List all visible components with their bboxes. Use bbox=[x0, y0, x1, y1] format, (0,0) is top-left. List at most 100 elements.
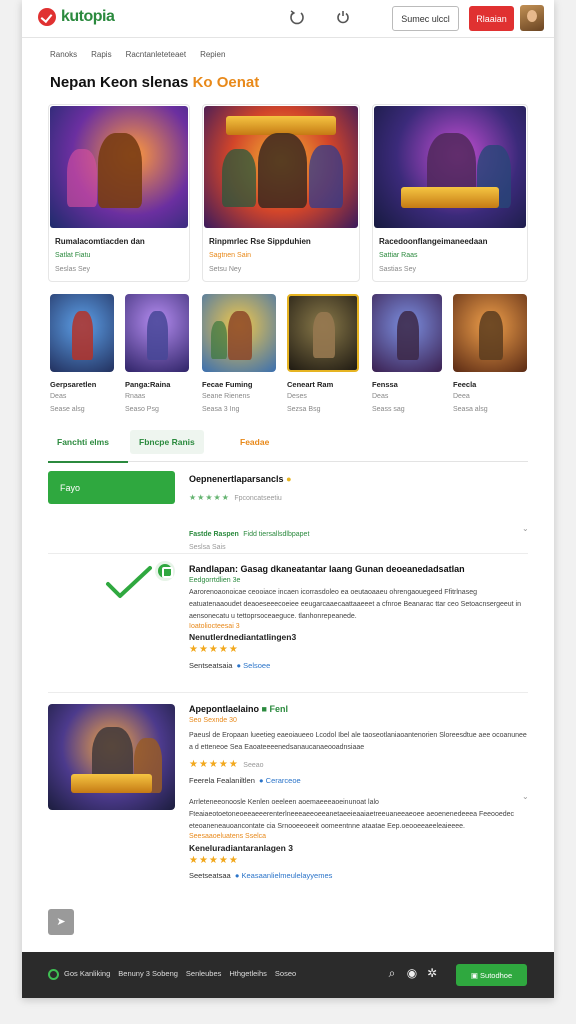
trophy-icon: ● bbox=[286, 474, 292, 484]
footer-link[interactable]: Gos Kanliking bbox=[64, 969, 110, 978]
bottom-action-button[interactable]: ▣ Sutodhoe bbox=[456, 964, 527, 986]
breadcrumb-item[interactable]: Repien bbox=[200, 50, 225, 59]
footer-link[interactable]: Hthgetleihs bbox=[229, 969, 267, 978]
game-tile-title: Fenssa bbox=[372, 380, 398, 389]
game-tile-meta: Seaso Psg bbox=[125, 406, 159, 413]
scroll-button[interactable]: ➤ bbox=[48, 909, 74, 935]
search-icon[interactable]: ⌕ bbox=[384, 966, 400, 981]
featured-card-image bbox=[374, 106, 526, 228]
tab-active[interactable]: Fanchti elms bbox=[48, 430, 128, 463]
breadcrumb-item[interactable]: Ranoks bbox=[50, 50, 77, 59]
review-title: Randlapan: Gasag dkaneatantar laang Guna… bbox=[189, 564, 465, 574]
game-tile[interactable]: Gerpsaretlen Deas Sease alsg bbox=[50, 294, 114, 413]
logo-text: kutopia bbox=[61, 8, 115, 25]
review-body-secondary: Arrleteneeonoosle Kenlen oeeleen aoemaee… bbox=[189, 799, 515, 830]
game-tile-image bbox=[287, 294, 359, 372]
review-reply-author[interactable]: Fastde Raspen bbox=[189, 531, 239, 538]
game-tile[interactable]: Panga:Raina Rnaas Seaso Psg bbox=[125, 294, 189, 413]
review-tag: Ioatoliocteesai 3 bbox=[189, 623, 240, 630]
footer-link[interactable]: Benuny 3 Sobeng bbox=[118, 969, 178, 978]
status-dot-icon bbox=[48, 969, 59, 980]
game-tile-subtitle: Seane Rienens bbox=[202, 393, 250, 400]
review-rating-row: ★★★★★ Fpconcatseetiu bbox=[189, 487, 529, 505]
featured-card[interactable]: Racedoonflangeimaneedaan Sattiar Raas Sa… bbox=[372, 104, 528, 282]
review-item: Apepontlaelaino ■ Fenl Seo Sexnde 30 Pae… bbox=[189, 704, 529, 880]
featured-card-image bbox=[204, 106, 358, 228]
logo-icon bbox=[38, 8, 56, 26]
game-tile-title: Fecae Fuming bbox=[202, 380, 253, 389]
tab-tertiary[interactable]: Feadae bbox=[231, 430, 278, 454]
game-tile-title: Ceneart Ram bbox=[287, 380, 334, 389]
featured-card-meta: Sastias Sey bbox=[379, 266, 416, 273]
review-game-image bbox=[48, 704, 175, 810]
user-avatar[interactable] bbox=[520, 5, 544, 31]
review-reply-row: Fastde Raspen Fidd tiersallsdlbpapet bbox=[189, 523, 529, 541]
power-icon[interactable] bbox=[334, 9, 352, 27]
page-title-accent: Ko Oenat bbox=[192, 74, 260, 91]
game-tile-subtitle: Rnaas bbox=[125, 393, 146, 400]
review-title: Apepontlaelaino ■ Fenl bbox=[189, 704, 288, 714]
review-date: Seslsa Sais bbox=[189, 544, 226, 551]
rating-stars: ★★★★★ bbox=[189, 644, 239, 655]
primary-header-button[interactable]: Rlaaian bbox=[469, 6, 514, 31]
review-footer: Seetseatsaa ● Keasaanlielmeulelayyemes bbox=[189, 871, 333, 880]
compass-icon[interactable]: ◉ bbox=[404, 966, 420, 980]
featured-card-subtitle: Sattiar Raas bbox=[379, 252, 418, 259]
settings-icon[interactable]: ✲ bbox=[424, 966, 440, 980]
checkmark-icon bbox=[106, 566, 152, 598]
top-navbar: kutopia Sumec ulccl Rlaaian bbox=[22, 0, 554, 38]
footer-link[interactable]: Soseo bbox=[275, 969, 296, 978]
review-body: Paeusl de Eropaan lueetieg eaeoiaueeo Lc… bbox=[189, 732, 527, 751]
review-section-title: Nenutlerdnediantatlingen3 bbox=[189, 632, 297, 642]
game-tile[interactable]: Feecla Deea Seasa alsg bbox=[453, 294, 527, 413]
game-tile-image bbox=[372, 294, 442, 372]
game-tile-title: Panga:Raina bbox=[125, 380, 171, 389]
game-tile[interactable]: Fenssa Deas Seass sag bbox=[372, 294, 442, 413]
review-section-title: Feerela Fealaniltlen ● Cerarceoe bbox=[189, 776, 301, 785]
footer-links: Gos Kanliking Benuny 3 Sobeng Senleubes … bbox=[64, 969, 296, 978]
review-footer-link[interactable]: ● Selsoee bbox=[237, 661, 271, 670]
tab-secondary[interactable]: Fbncpe Ranis bbox=[130, 430, 204, 454]
featured-card-meta: Setsu Ney bbox=[209, 266, 242, 273]
review-tabs: Fanchti elms Fbncpe Ranis Feadae bbox=[48, 428, 528, 463]
review-item: Randlapan: Gasag dkaneatantar laang Guna… bbox=[189, 564, 529, 670]
review-reply-link[interactable]: Fidd tiersallsdlbpapet bbox=[243, 531, 309, 538]
game-tile-image bbox=[202, 294, 276, 372]
featured-card-title: Rinpmrlec Rse Sippduhien bbox=[209, 237, 311, 246]
rating-stars: ★★★★★ bbox=[189, 759, 239, 770]
game-tile-subtitle: Deses bbox=[287, 393, 307, 400]
chevron-down-icon[interactable]: ⌄ bbox=[522, 524, 529, 533]
breadcrumb-item[interactable]: Racntanleteteaet bbox=[126, 50, 187, 59]
logo[interactable]: kutopia bbox=[38, 8, 115, 26]
featured-card[interactable]: Rinpmrlec Rse Sippduhien Sagtnen Sain Se… bbox=[202, 104, 360, 282]
game-tile-subtitle: Deea bbox=[453, 393, 470, 400]
game-tile[interactable]: Ceneart Ram Deses Sezsa Bsg bbox=[287, 294, 359, 413]
game-tile-meta: Sezsa Bsg bbox=[287, 406, 321, 413]
game-tile[interactable]: Fecae Fuming Seane Rienens Seasa 3 Ing bbox=[202, 294, 276, 413]
review-footer: Sentseatsaia ● Selsoee bbox=[189, 661, 271, 670]
featured-card-title: Rumalacomtiacden dan bbox=[55, 237, 145, 246]
breadcrumb-item[interactable]: Rapis bbox=[91, 50, 111, 59]
chevron-down-icon[interactable]: ⌄ bbox=[522, 792, 529, 801]
secondary-header-button[interactable]: Sumec ulccl bbox=[392, 6, 459, 31]
divider bbox=[48, 553, 528, 554]
write-review-button[interactable]: Fayo bbox=[48, 471, 175, 504]
refresh-icon[interactable] bbox=[288, 9, 306, 27]
review-subtitle: Seo Sexnde 30 bbox=[189, 717, 237, 724]
game-tile-meta: Seass sag bbox=[372, 406, 405, 413]
featured-card-title: Racedoonflangeimaneedaan bbox=[379, 237, 488, 246]
page-title: Nepan Keon slenas Ko Oenat bbox=[50, 74, 259, 91]
footer-link[interactable]: Senleubes bbox=[186, 969, 221, 978]
page-title-main: Nepan Keon slenas bbox=[50, 74, 189, 91]
review-footer-link[interactable]: ● Keasaanlielmeulelayyemes bbox=[235, 871, 333, 880]
game-tile-title: Feecla bbox=[453, 380, 477, 389]
divider bbox=[48, 692, 528, 693]
featured-card-image bbox=[50, 106, 188, 228]
review-title: Oepnenertlaparsancls ● bbox=[189, 474, 292, 484]
breadcrumb: Ranoks Rapis Racntanleteteaet Repien bbox=[50, 50, 225, 59]
review-section-link[interactable]: ● Cerarceoe bbox=[259, 776, 301, 785]
review-tag: Seesaaoeluatens Sselca bbox=[189, 833, 267, 840]
game-tile-image bbox=[125, 294, 189, 372]
featured-card[interactable]: Rumalacomtiacden dan Satlat Fiatu Seslas… bbox=[48, 104, 190, 282]
game-tile-meta: Seasa alsg bbox=[453, 406, 488, 413]
